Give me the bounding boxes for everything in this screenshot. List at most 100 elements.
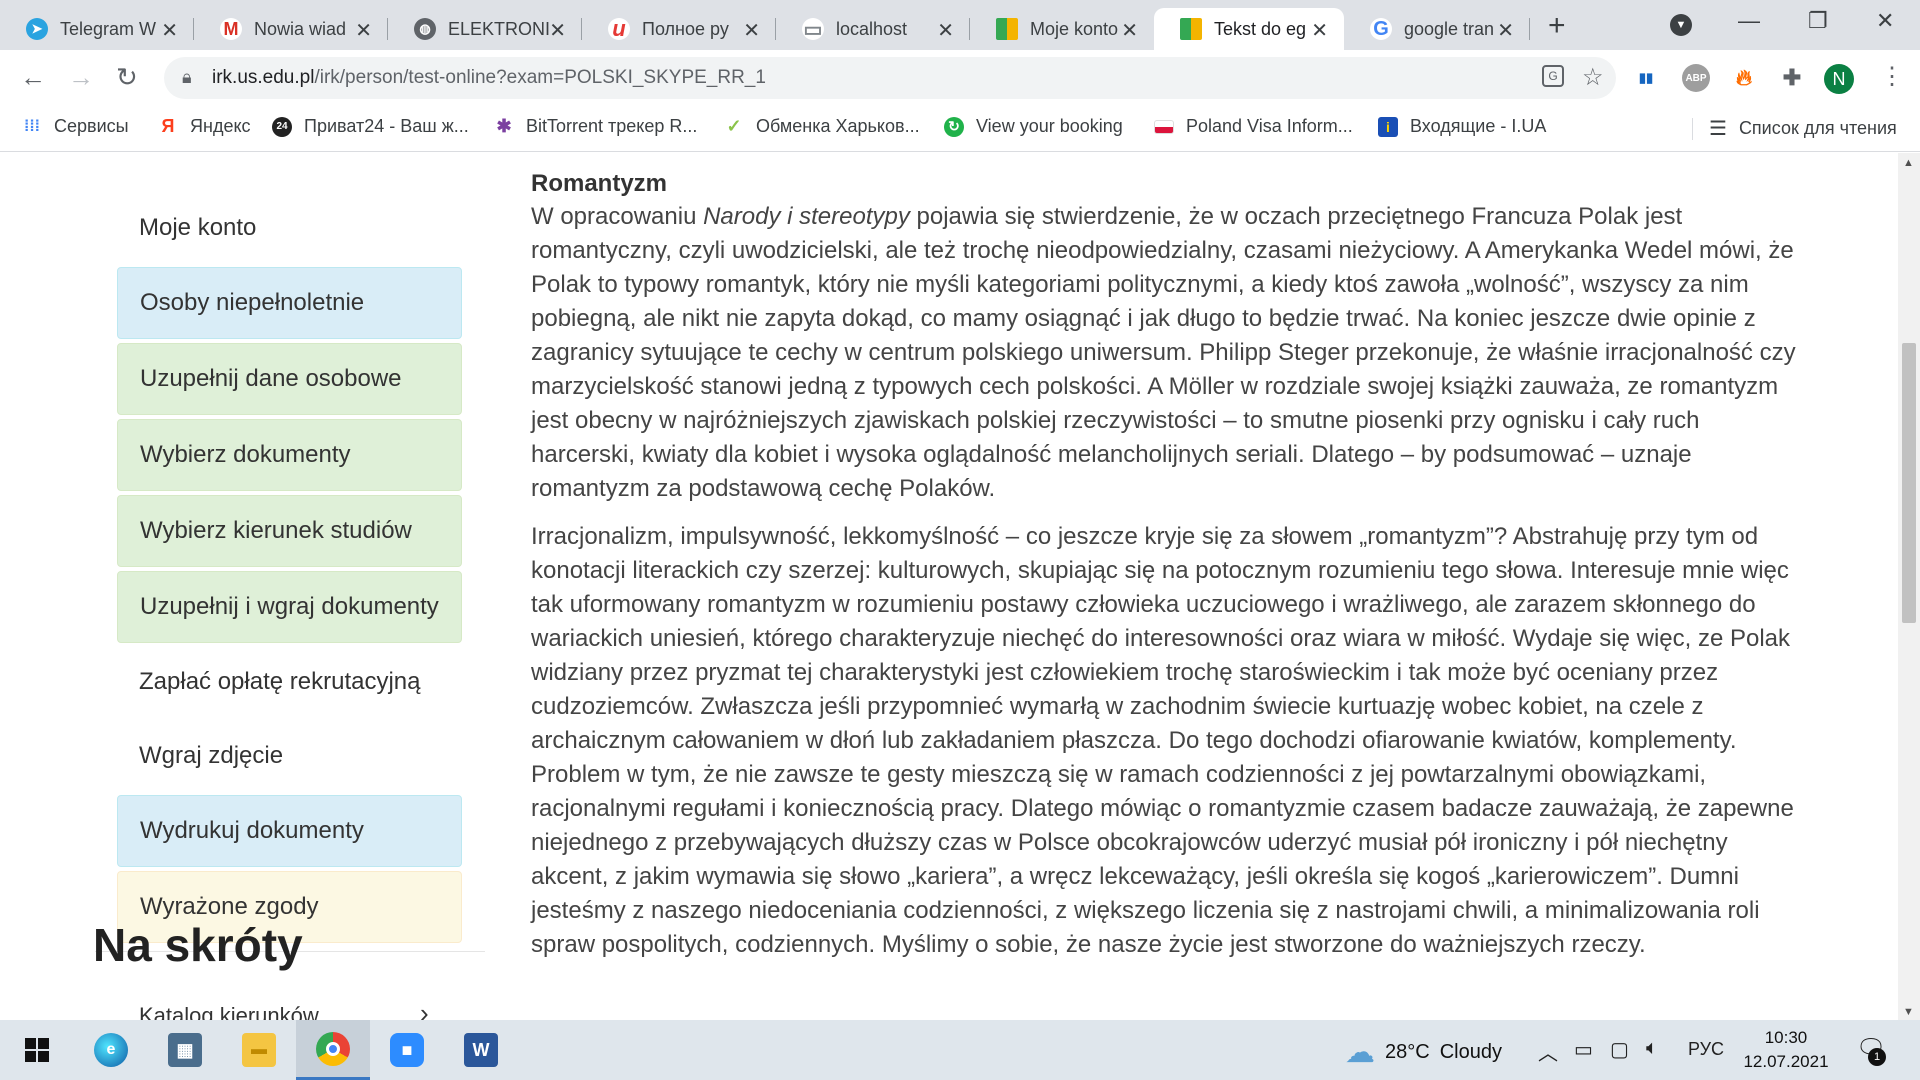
taskbar-edge[interactable]: e [74,1020,148,1080]
scrollbar-thumb[interactable] [1902,343,1916,623]
battery-icon[interactable]: ▭ [1574,1037,1593,1062]
sidebar-item-label: Moje konto [139,214,257,241]
taskbar-file-explorer[interactable]: ▬ [222,1020,296,1080]
input-language[interactable]: РУС [1688,1039,1724,1060]
shortcut-link-katalog[interactable]: Katalog kierunków [139,1003,319,1020]
clock-time: 10:30 [1764,1028,1808,1047]
bookmark-exchange-kharkov[interactable]: ✓ Обменка Харьков... [724,116,919,137]
taskbar-word[interactable]: W [444,1020,518,1080]
extensions-puzzle-icon[interactable]: ✚ [1778,64,1806,92]
tab-tekst-do-egzaminu[interactable]: Tekst do eg ✕ [1154,8,1344,50]
close-window-icon[interactable]: ✕ [1876,8,1894,34]
scroll-down-arrow-icon[interactable]: ▼ [1903,1006,1914,1018]
system-clock[interactable]: 10:30 12.07.2021 [1738,1026,1834,1074]
scroll-up-arrow-icon[interactable]: ▲ [1903,157,1914,169]
tray-expand-chevron-icon[interactable]: ︿ [1538,1037,1558,1066]
calculator-icon: ▦ [168,1033,202,1067]
sidebar-item-label: Uzupełnij dane osobowe [140,365,402,392]
close-icon[interactable]: ✕ [743,18,760,43]
bookmark-label: Яндекс [190,116,251,136]
bookmark-star-icon[interactable]: ☆ [1582,63,1604,92]
sidebar-item-oplata-rekrutacyjna[interactable]: Zapłać opłatę rekrutacyjną [117,647,462,717]
bookmark-rutracker[interactable]: ✱ BitTorrent трекер R... [494,116,697,137]
bookmark-services[interactable]: ⁞⁞⁞ Сервисы [22,116,129,137]
tab-separator [1529,18,1530,40]
restore-icon[interactable]: ❐ [1808,8,1828,34]
new-tab-plus-icon[interactable]: + [1548,9,1566,43]
fire-extension-icon[interactable]: 🔥︎ [1730,64,1758,92]
sidebar-item-uzupelnij-dane[interactable]: Uzupełnij dane osobowe [117,343,462,415]
reload-icon[interactable]: ↻ [116,62,138,93]
bookmark-yandex[interactable]: Я Яндекс [158,116,251,137]
back-arrow-icon[interactable]: ← [20,62,46,93]
close-icon[interactable]: ✕ [1121,18,1138,43]
shortcuts-heading: Na skróty [93,919,303,971]
weather-widget[interactable]: ☁ 28°C Cloudy [1345,1035,1502,1070]
tab-localhost[interactable]: ▭ localhost ✕ [776,8,970,50]
u-icon: u [608,16,630,41]
apps-grid-icon: ⁞⁞⁞ [24,117,40,135]
windows-logo-icon [25,1038,49,1062]
sidebar-item-label: Zapłać opłatę rekrutacyjną [139,668,421,695]
close-icon[interactable]: ✕ [355,18,372,43]
cloud-icon: ☁ [1345,1036,1375,1069]
tab-polnoe[interactable]: u Полное ру ✕ [582,8,776,50]
tab-moje-konto[interactable]: Moje konto ✕ [970,8,1154,50]
tab-gmail[interactable]: M Nowia wiad ✕ [194,8,388,50]
browser-toolbar: ← → ↻ 🔒︎ irk.us.edu.pl/irk/person/test-o… [0,50,1920,106]
url-host: irk.us.edu.pl [212,67,315,88]
bookmark-label: BitTorrent трекер R... [526,116,698,136]
book-title: Narody i stereotypy [703,203,910,230]
privat24-icon: 24 [272,116,292,137]
network-icon[interactable]: ▢ [1610,1037,1629,1062]
rutracker-icon: ✱ [496,116,512,136]
tab-google-translate[interactable]: G google tran ✕ [1344,8,1530,50]
page-scrollbar[interactable]: ▲ ▼ [1898,153,1920,1020]
bookmark-privat24[interactable]: 24 Приват24 - Ваш ж... [272,116,469,137]
url-text[interactable]: irk.us.edu.pl/irk/person/test-online?exa… [212,67,766,89]
profile-avatar[interactable]: N [1824,64,1854,94]
sidebar-item-osoby-niepelnoletnie[interactable]: Osoby niepełnoletnie [117,267,462,339]
tab-elektroniczna[interactable]: ◍ ELEKTRONI ✕ [388,8,582,50]
taskbar-zoom[interactable]: ■ [370,1020,444,1080]
close-icon[interactable]: ✕ [549,18,566,43]
tab-search-chevron-icon[interactable]: ▼ [1670,14,1692,36]
address-bar[interactable]: 🔒︎ irk.us.edu.pl/irk/person/test-online?… [164,57,1616,99]
sidebar-item-label: Wydrukuj dokumenty [140,817,364,844]
volume-icon[interactable]: 🔈︎ [1646,1037,1658,1060]
weather-description: Cloudy [1439,1041,1502,1063]
bookmark-view-booking[interactable]: ↻ View your booking [944,116,1123,137]
reading-list-button[interactable]: ☰ Список для чтения [1692,116,1897,141]
extension-flags-icon[interactable]: ▮▮ [1632,64,1660,92]
menu-kebab-icon[interactable]: ⋮ [1880,62,1904,91]
sidebar-item-wydrukuj-dokumenty[interactable]: Wydrukuj dokumenty [117,795,462,867]
bookmark-poland-visa[interactable]: Poland Visa Inform... [1154,116,1353,137]
taskbar-calculator[interactable]: ▦ [148,1020,222,1080]
tab-telegram[interactable]: ➤ Telegram W ✕ [0,8,194,50]
taskbar-chrome[interactable] [296,1020,370,1080]
weather-temperature: 28°C [1385,1041,1430,1063]
start-button[interactable] [0,1020,74,1080]
bookmark-label: Poland Visa Inform... [1186,116,1353,136]
sidebar-item-wybierz-kierunek[interactable]: Wybierz kierunek studiów [117,495,462,567]
reading-list-icon: ☰ [1709,118,1727,140]
google-icon: G [1370,18,1392,40]
forward-arrow-icon[interactable]: → [68,62,94,93]
minimize-icon[interactable]: — [1738,8,1760,34]
url-path: /irk/person/test-online?exam=POLSKI_SKYP… [314,67,766,88]
sidebar-item-wgraj-dokumenty[interactable]: Uzupełnij i wgraj dokumenty [117,571,462,643]
close-icon[interactable]: ✕ [1497,18,1514,43]
sidebar-item-wgraj-zdjecie[interactable]: Wgraj zdjęcie [117,721,462,791]
bookmark-label: Входящие - I.UA [1410,116,1547,136]
close-icon[interactable]: ✕ [937,18,954,43]
close-icon[interactable]: ✕ [1311,18,1328,43]
sidebar-item-label: Wyrażone zgody [140,893,319,920]
bookmarks-separator [1692,117,1693,140]
bookmark-iua-inbox[interactable]: i Входящие - I.UA [1378,116,1546,137]
adblock-icon[interactable]: ABP [1682,64,1710,92]
lock-icon[interactable]: 🔒︎ [182,67,192,88]
sidebar-item-wybierz-dokumenty[interactable]: Wybierz dokumenty [117,419,462,491]
translate-icon[interactable]: G [1542,65,1564,87]
close-icon[interactable]: ✕ [161,18,178,43]
sidebar-item-moje-konto[interactable]: Moje konto [117,193,462,263]
